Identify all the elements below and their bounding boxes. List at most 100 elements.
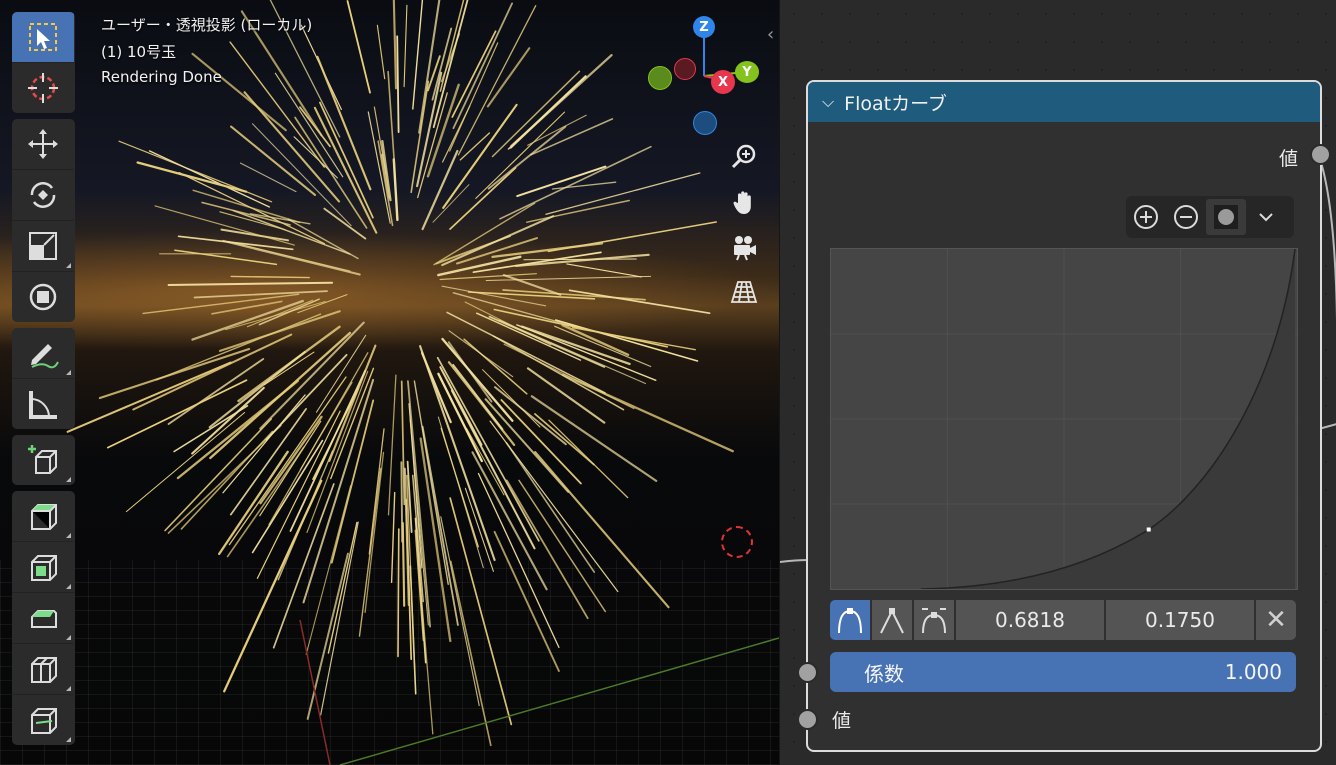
render-status: Rendering Done [101,68,222,86]
firework-streak [274,72,344,178]
knife-icon [31,708,57,734]
node-header[interactable]: ⌵ Floatカーブ [808,82,1320,122]
firework-streak [319,101,374,219]
bevel-tool[interactable] [12,593,74,644]
loop-cut-tool[interactable] [12,644,74,695]
firework-streak [180,430,274,530]
node-title: Floatカーブ [844,92,947,115]
cursor-tool[interactable] [12,63,74,113]
z-axis-ball[interactable]: Z [693,16,715,38]
clip-toggle-button[interactable] [1206,199,1246,235]
cursor-icon [28,73,58,103]
neg-x-axis-ball[interactable] [674,58,696,80]
firework-streak [516,165,607,198]
submenu-indicator [66,370,71,375]
knife-tool[interactable] [12,695,74,745]
loop-cut-icon [31,657,57,683]
collapse-chevron-icon[interactable]: ⌵ [822,92,834,112]
value-input-socket[interactable] [797,709,818,730]
firework-streak [220,228,289,242]
extrude-icon [31,504,57,530]
auto-handle-icon [838,608,862,634]
firework-streak [459,132,491,161]
firework-streak [489,420,619,593]
scale-icon [29,232,57,260]
firework-streak [464,487,494,572]
firework-streak [561,323,630,356]
firework-streak [440,427,479,548]
collapse-sidebar-icon[interactable]: ‹ [767,24,774,45]
rotate-tool[interactable] [12,170,74,221]
auto-clamped-handle-button[interactable] [914,600,954,640]
firework-streak [449,560,492,747]
zoom-in-button[interactable] [1126,199,1166,235]
vector-handle-button[interactable] [872,600,912,640]
firework-streak [432,0,469,128]
firework-streak [471,451,548,591]
camera-view-button[interactable] [724,227,764,267]
auto-handle-button[interactable] [830,600,870,640]
firework-streak [323,207,367,240]
firework-streak [449,42,499,152]
factor-input-socket[interactable] [797,662,818,683]
firework-streak [392,0,398,90]
input-value-label: 値 [832,710,852,732]
firework-streak [191,52,287,132]
dropdown-icon [1259,213,1273,222]
firework-streak [491,70,581,158]
zoom-view-button[interactable] [724,137,764,177]
3d-viewport[interactable]: ユーザー・透視投影 (ローカル) (1) 10号玉 Rendering Done [0,0,779,765]
curve-graph[interactable] [831,249,1297,589]
add-cube-tool[interactable] [12,435,74,485]
firework-streak [568,289,711,315]
submenu-indicator [66,686,71,691]
vector-handle-icon [880,608,904,634]
extrude-tool[interactable] [12,491,74,542]
factor-field[interactable]: 係数 1.000 [830,652,1296,692]
rotate-icon [30,182,56,208]
output-socket[interactable] [1310,144,1331,165]
move-tool[interactable] [12,119,74,170]
annotate-tool[interactable] [12,328,74,379]
firework-streak [518,479,607,613]
scale-tool[interactable] [12,221,74,272]
y-axis-ball[interactable]: Y [735,61,759,83]
submenu-indicator [66,533,71,538]
zoom-out-button[interactable] [1166,199,1206,235]
measure-tool[interactable] [12,379,74,429]
inset-tool[interactable] [12,542,74,593]
firework-streak [230,275,310,279]
point-x-field[interactable]: 0.6818 [956,600,1104,640]
firework-streak [167,281,334,286]
neg-z-axis-ball[interactable] [693,111,717,135]
firework-streak [514,253,650,267]
firework-streak [392,158,399,222]
firework-streak [476,312,582,361]
firework-streak [222,239,361,276]
perspective-toggle-button[interactable] [724,272,764,312]
3d-cursor [721,526,753,558]
firework-streak [419,345,496,562]
auto-clamped-icon [922,608,946,634]
neg-y-axis-ball[interactable] [648,66,672,90]
selected-curve-point[interactable] [1146,527,1151,532]
float-curve-node[interactable]: ⌵ Floatカーブ 値 0.6818 0.1750 ✕ 係数 1.000 値 [797,80,1331,752]
pan-view-button[interactable] [724,182,764,222]
firework-streak [449,166,517,230]
firework-streak [503,343,635,410]
curve-editor[interactable] [830,248,1298,590]
firework-streak [136,161,248,193]
select-box-tool[interactable] [12,12,74,63]
firework-streak [436,356,540,542]
zoom-out-icon [1174,205,1198,229]
firework-streak [487,125,567,190]
point-y-field[interactable]: 0.1750 [1106,600,1254,640]
x-axis-ball[interactable]: X [711,70,735,94]
firework-streak [493,308,669,348]
transform-tool[interactable] [12,272,74,322]
firework-streak [209,331,352,460]
curve-menu-button[interactable] [1246,199,1286,235]
delete-point-button[interactable]: ✕ [1256,600,1296,640]
firework-streak [306,552,349,720]
firework-streak [449,497,513,726]
